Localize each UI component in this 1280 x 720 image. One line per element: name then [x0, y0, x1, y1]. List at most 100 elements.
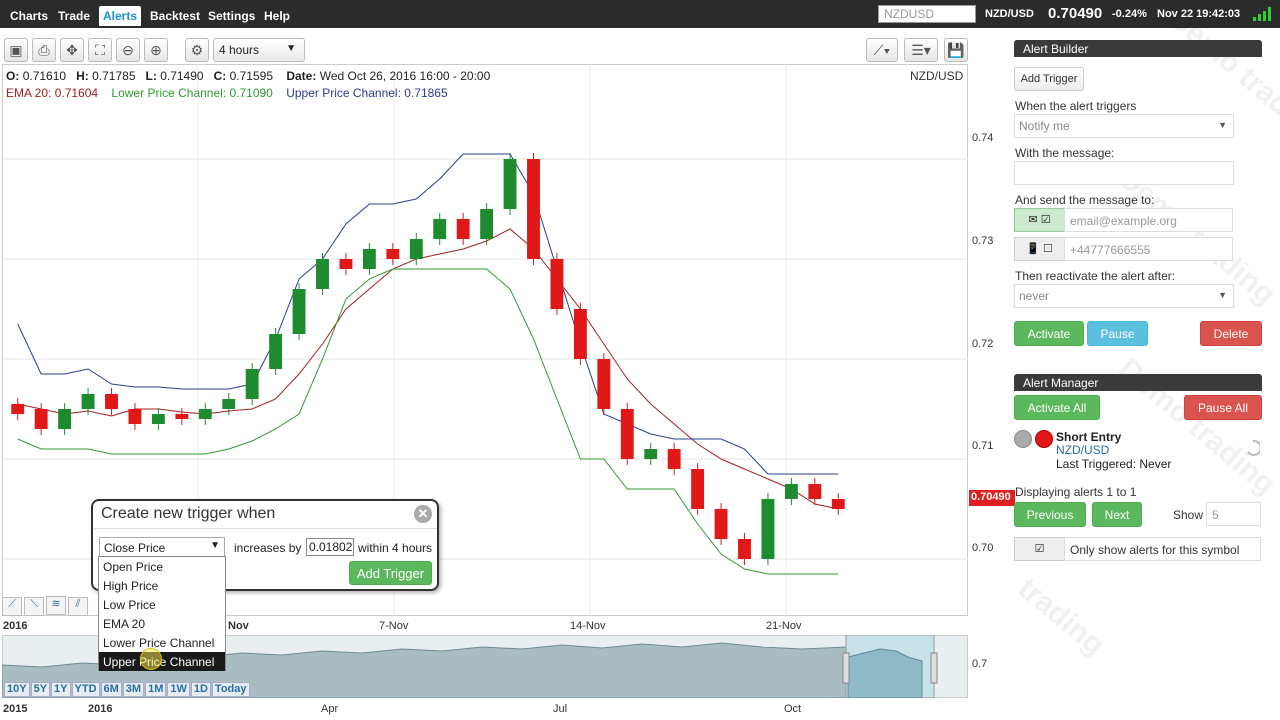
- lower-channel-legend: Lower Price Channel: 0.71090: [111, 86, 273, 100]
- delete-button[interactable]: Delete: [1200, 321, 1262, 346]
- candle: [550, 259, 564, 309]
- checkbox-checked-icon: ☑: [1040, 214, 1051, 226]
- candle: [620, 409, 634, 459]
- zoom-1d-button[interactable]: 1D: [190, 682, 211, 697]
- previous-button[interactable]: Previous: [1014, 502, 1086, 527]
- ticker-symbol: NZD/USD: [985, 8, 1034, 20]
- candle: [81, 394, 95, 409]
- when-value: Notify me: [1019, 119, 1070, 133]
- pause-all-button[interactable]: Pause All: [1184, 395, 1262, 420]
- trend-line-icon[interactable]: ⟋: [2, 597, 22, 616]
- next-button[interactable]: Next: [1092, 502, 1142, 527]
- candle: [456, 219, 470, 239]
- ema-line: [17, 228, 839, 510]
- zoom-1m-button[interactable]: 1M: [145, 682, 167, 697]
- option-lower-price-channel[interactable]: Lower Price Channel: [99, 633, 225, 652]
- zoom-1w-button[interactable]: 1W: [167, 682, 190, 697]
- candle: [128, 409, 142, 424]
- zoom-ytd-button[interactable]: YTD: [71, 682, 100, 697]
- option-ema-20[interactable]: EMA 20: [99, 614, 225, 633]
- chevron-down-icon: ▼: [210, 540, 220, 551]
- mouse-cursor-highlight: [140, 648, 162, 670]
- alert-name[interactable]: Short Entry: [1056, 430, 1121, 444]
- activate-button[interactable]: Activate: [1014, 321, 1084, 346]
- alert-manager-header: Alert Manager: [1014, 374, 1262, 391]
- sms-toggle[interactable]: 📱 ☐: [1014, 237, 1065, 261]
- option-upper-price-channel[interactable]: Upper Price Channel: [99, 652, 225, 671]
- alert-status-inactive-icon[interactable]: [1014, 430, 1032, 448]
- navigator-x-tick: Jul: [553, 703, 568, 715]
- settings-gear-icon[interactable]: ⚙: [185, 38, 209, 62]
- candle: [527, 159, 540, 259]
- candle: [292, 289, 306, 334]
- zoom-10y-button[interactable]: 10Y: [4, 682, 30, 697]
- pause-button[interactable]: Pause: [1087, 321, 1148, 346]
- nav-alerts[interactable]: Alerts: [99, 6, 142, 26]
- draw-line-icon[interactable]: ⟋▾: [866, 38, 898, 62]
- email-input[interactable]: email@example.org: [1064, 208, 1233, 232]
- chevron-down-icon: ▼: [1218, 290, 1227, 300]
- zoom-out-icon[interactable]: ⊖: [116, 38, 140, 62]
- ohlc-readout: O: 0.71610 H: 0.71785 L: 0.71490 C: 0.71…: [6, 69, 490, 83]
- zoom-5y-button[interactable]: 5Y: [30, 682, 51, 697]
- trigger-value-input[interactable]: 0.01802: [306, 538, 354, 556]
- channel-icon[interactable]: ⫽: [68, 597, 88, 616]
- alert-status-active-icon[interactable]: [1035, 430, 1053, 448]
- navigator-x-tick: 2015: [3, 703, 28, 715]
- alert-edit-icon[interactable]: [1246, 440, 1260, 458]
- ray-line-icon[interactable]: ⟍: [24, 597, 44, 616]
- low-value: 0.71490: [160, 69, 204, 83]
- candle: [269, 334, 283, 369]
- message-input[interactable]: [1014, 161, 1234, 185]
- zoom-1y-button[interactable]: 1Y: [51, 682, 71, 697]
- trigger-source-select[interactable]: Close Price ▼: [99, 537, 225, 557]
- alert-symbol[interactable]: NZD/USD: [1056, 443, 1109, 457]
- timeframe-label: within 4 hours: [358, 541, 433, 555]
- ema-legend: EMA 20: 0.71604: [6, 86, 99, 100]
- fit-icon[interactable]: ⛶: [88, 38, 112, 62]
- nav-trade[interactable]: Trade: [58, 9, 90, 23]
- only-symbol-label: Only show alerts for this symbol: [1064, 537, 1261, 561]
- only-symbol-checkbox[interactable]: ☑: [1014, 537, 1065, 561]
- indicators-menu-icon[interactable]: ☰▾: [904, 38, 938, 62]
- option-low-price[interactable]: Low Price: [99, 595, 225, 614]
- zoom-3m-button[interactable]: 3M: [122, 682, 145, 697]
- add-trigger-button[interactable]: Add Trigger: [349, 561, 432, 585]
- interval-select[interactable]: 4 hours ▼: [213, 38, 305, 62]
- nav-charts[interactable]: Charts: [10, 9, 48, 23]
- chevron-down-icon: ▼: [286, 43, 296, 54]
- add-trigger-panel-button[interactable]: Add Trigger: [1014, 67, 1084, 91]
- zoom-in-icon[interactable]: ⊕: [144, 38, 168, 62]
- show-label: Show: [1173, 508, 1204, 522]
- upper-channel-legend: Upper Price Channel: 0.71865: [286, 86, 448, 100]
- when-select[interactable]: Notify me ▼: [1014, 114, 1234, 138]
- candle: [339, 259, 353, 269]
- high-value: 0.71785: [92, 69, 136, 83]
- low-label: L:: [145, 69, 157, 83]
- fibonacci-icon[interactable]: ≋: [46, 596, 66, 615]
- screenshot-icon[interactable]: ▣: [4, 38, 28, 62]
- activate-all-button[interactable]: Activate All: [1014, 395, 1100, 420]
- option-high-price[interactable]: High Price: [99, 576, 225, 595]
- close-icon[interactable]: ✕: [414, 505, 432, 523]
- zoom-today-button[interactable]: Today: [211, 682, 250, 697]
- nav-help[interactable]: Help: [264, 9, 290, 23]
- candle: [480, 209, 494, 239]
- save-icon[interactable]: 💾: [944, 38, 968, 62]
- show-count-input[interactable]: 5: [1206, 502, 1261, 526]
- candle: [316, 259, 329, 289]
- nav-settings[interactable]: Settings: [208, 9, 255, 23]
- navigator-y-tick: 0.7: [972, 658, 988, 670]
- nav-backtest[interactable]: Backtest: [150, 9, 200, 23]
- print-icon[interactable]: ⎙: [32, 38, 56, 62]
- candle: [784, 484, 798, 499]
- reactivate-select[interactable]: never ▼: [1014, 284, 1234, 308]
- last-price-badge: 0.70490: [969, 490, 1015, 506]
- email-toggle[interactable]: ✉ ☑: [1014, 208, 1065, 232]
- pan-icon[interactable]: ✥: [60, 38, 84, 62]
- phone-input[interactable]: +44777666555: [1064, 237, 1233, 261]
- zoom-6m-button[interactable]: 6M: [100, 682, 122, 697]
- symbol-search-input[interactable]: NZDUSD: [878, 5, 976, 23]
- send-label: And send the message to:: [1015, 193, 1155, 207]
- option-open-price[interactable]: Open Price: [99, 557, 225, 576]
